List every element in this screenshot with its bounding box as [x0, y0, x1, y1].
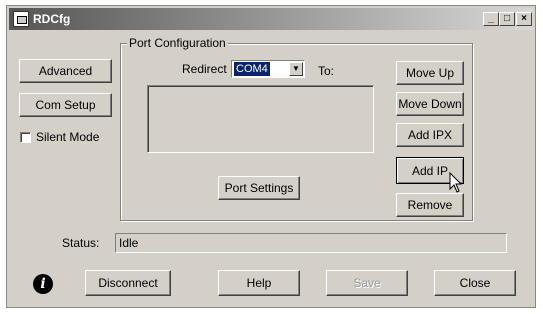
port-settings-button[interactable]: Port Settings — [218, 176, 300, 200]
move-down-button[interactable]: Move Down — [396, 92, 464, 116]
port-configuration-legend: Port Configuration — [127, 36, 228, 50]
add-ipx-button[interactable]: Add IPX — [396, 123, 464, 147]
silent-mode-label: Silent Mode — [36, 130, 100, 144]
com-setup-button-label: Com Setup — [35, 98, 96, 112]
com-setup-button[interactable]: Com Setup — [19, 93, 112, 117]
close-window-button[interactable]: × — [516, 12, 532, 26]
remove-button-label: Remove — [407, 198, 453, 212]
window-title: RDCfg — [33, 12, 71, 26]
title-bar[interactable]: RDCfg _ □ × — [9, 8, 533, 30]
help-button-label: Help — [246, 276, 272, 290]
chevron-down-icon[interactable]: ▼ — [289, 62, 303, 76]
move-up-button-label: Move Up — [405, 66, 455, 80]
redirect-select[interactable]: COM4 ▼ — [231, 60, 305, 78]
status-field: Idle — [115, 233, 507, 253]
port-settings-button-label: Port Settings — [224, 181, 294, 195]
maximize-button[interactable]: □ — [499, 12, 515, 26]
advanced-button-label: Advanced — [38, 64, 93, 78]
info-icon[interactable]: i — [33, 274, 53, 294]
status-value: Idle — [119, 236, 139, 250]
status-label: Status: — [62, 236, 100, 250]
app-icon — [13, 11, 29, 27]
disconnect-button-label: Disconnect — [98, 276, 158, 290]
mouse-pointer-icon — [449, 172, 463, 193]
redirect-select-value: COM4 — [234, 62, 270, 76]
disconnect-button[interactable]: Disconnect — [85, 270, 171, 296]
to-label: To: — [318, 64, 335, 78]
move-up-button[interactable]: Move Up — [396, 61, 464, 85]
save-button[interactable]: Save — [326, 270, 408, 296]
minimize-button[interactable]: _ — [483, 12, 499, 26]
help-button[interactable]: Help — [218, 270, 300, 296]
redirect-label: Redirect — [182, 62, 227, 76]
silent-mode-checkbox[interactable] — [20, 132, 31, 143]
close-button[interactable]: Close — [434, 270, 516, 296]
destination-listbox[interactable] — [147, 85, 374, 153]
add-ip-button-label: Add IP — [411, 163, 449, 178]
remove-button[interactable]: Remove — [396, 193, 464, 217]
move-down-button-label: Move Down — [398, 97, 462, 111]
advanced-button[interactable]: Advanced — [19, 59, 112, 83]
close-button-label: Close — [459, 276, 491, 290]
add-ipx-button-label: Add IPX — [407, 128, 453, 142]
save-button-label: Save — [353, 276, 381, 290]
